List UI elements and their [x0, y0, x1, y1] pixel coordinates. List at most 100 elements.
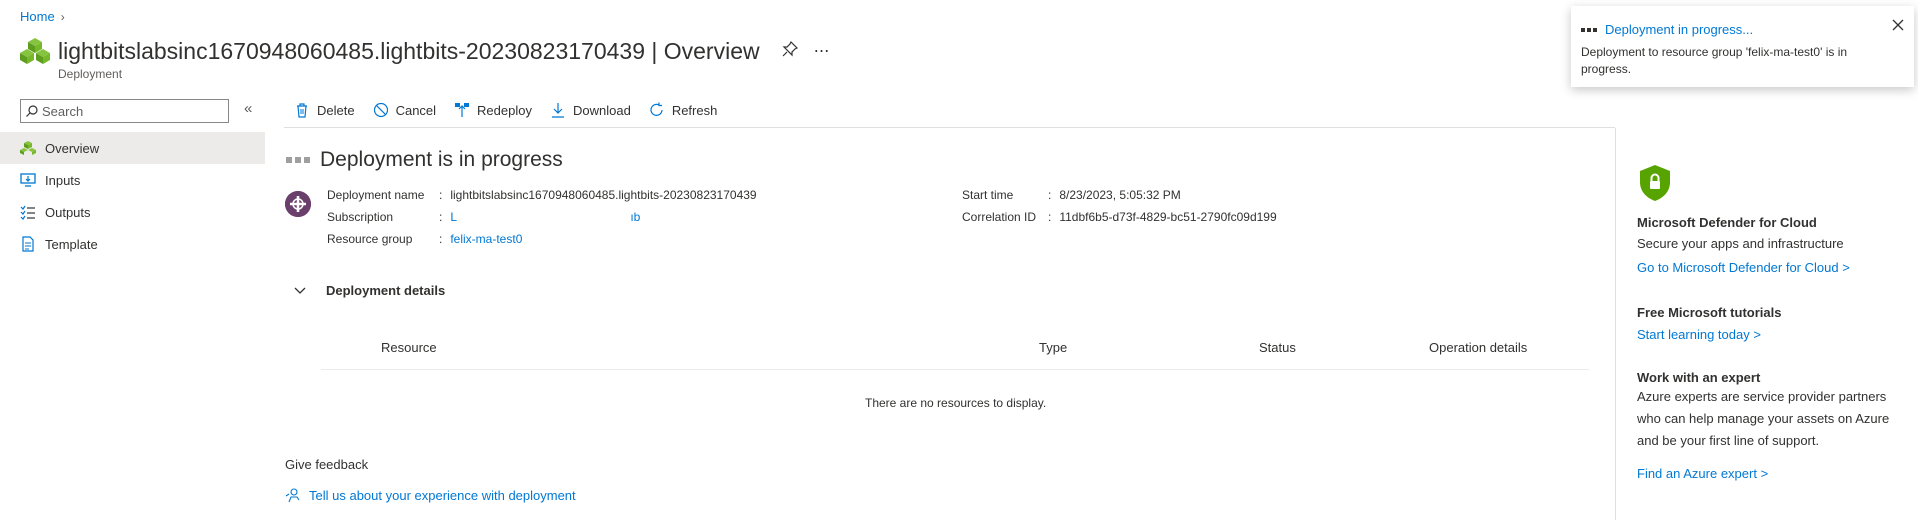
sidebar-item-template[interactable]: Template — [0, 228, 265, 260]
start-time-row: Start time : 8/23/2023, 5:05:32 PM — [962, 184, 1277, 206]
refresh-label: Refresh — [671, 102, 718, 118]
deployment-avatar-icon — [285, 191, 311, 217]
refresh-button[interactable]: Refresh — [647, 99, 726, 121]
progress-dots-icon — [1581, 27, 1597, 32]
collapse-sidebar-icon[interactable]: « — [244, 100, 252, 117]
deployment-info-right: Start time : 8/23/2023, 5:05:32 PM Corre… — [962, 184, 1277, 228]
close-icon[interactable] — [1892, 18, 1904, 36]
sidebar-item-label: Outputs — [45, 204, 91, 220]
correlation-row: Correlation ID : 11dbf6b5-d73f-4829-bc51… — [962, 206, 1277, 228]
deployment-name-row: Deployment name : lightbitslabsinc167094… — [327, 184, 757, 206]
defender-shield-icon — [1640, 165, 1670, 201]
cancel-button[interactable]: Cancel — [371, 99, 444, 121]
pin-icon[interactable] — [782, 40, 798, 62]
column-header-status[interactable]: Status — [1259, 340, 1296, 355]
sidebar-item-label: Template — [45, 236, 98, 252]
deployment-name-value: lightbitslabsinc1670948060485.lightbits-… — [450, 188, 757, 202]
defender-text: Secure your apps and infrastructure — [1637, 236, 1844, 251]
template-icon — [20, 236, 36, 252]
correlation-id-label: Correlation ID — [962, 210, 1037, 224]
subscription-row: Subscription : L ıb — [327, 206, 757, 228]
deployment-name-label: Deployment name — [327, 188, 425, 202]
toast-body: Deployment to resource group 'felix-ma-t… — [1581, 45, 1848, 76]
sidebar-item-label: Inputs — [45, 172, 81, 188]
breadcrumb-home-link[interactable]: Home — [20, 9, 55, 24]
start-time-label: Start time — [962, 188, 1014, 202]
correlation-id-value: 11dbf6b5-d73f-4829-bc51-2790fc09d199 — [1059, 210, 1277, 224]
more-options-icon[interactable]: ⋯ — [814, 41, 831, 62]
feedback-title: Give feedback — [285, 457, 369, 472]
separator-colon: : — [1048, 210, 1052, 224]
sidebar-item-inputs[interactable]: Inputs — [0, 164, 265, 196]
sidebar-search[interactable] — [20, 99, 229, 123]
column-header-type[interactable]: Type — [1039, 340, 1067, 355]
feedback-icon — [285, 487, 301, 503]
redeploy-label: Redeploy — [477, 102, 532, 118]
page-title: lightbitslabsinc1670948060485.lightbits-… — [58, 37, 760, 64]
status-heading: Deployment is in progress — [286, 148, 563, 172]
search-input[interactable] — [42, 103, 222, 119]
deployment-details-toggle[interactable]: Deployment details — [294, 283, 445, 298]
outputs-icon — [20, 204, 36, 220]
feedback-link[interactable]: Tell us about your experience with deplo… — [285, 487, 576, 503]
download-icon — [550, 102, 566, 118]
empty-table-message: There are no resources to display. — [865, 396, 1047, 410]
chevron-right-icon: › — [60, 9, 65, 24]
toast-header: Deployment in progress... — [1581, 22, 1753, 37]
inputs-icon — [20, 172, 36, 188]
redeploy-button[interactable]: Redeploy — [452, 99, 540, 121]
expert-text: Azure experts are service provider partn… — [1637, 389, 1890, 448]
chevron-down-icon — [294, 287, 306, 295]
search-icon — [26, 105, 38, 117]
column-header-resource[interactable]: Resource — [381, 340, 437, 355]
download-label: Download — [572, 102, 631, 118]
download-button[interactable]: Download — [548, 99, 639, 121]
sidebar-nav: Overview Inputs Outputs Template — [0, 132, 265, 260]
delete-label: Delete — [317, 102, 355, 118]
sidebar-item-overview[interactable]: Overview — [0, 132, 265, 164]
trash-icon — [294, 102, 310, 118]
resource-group-row: Resource group : felix-ma-test0 — [327, 228, 757, 250]
sidebar-item-outputs[interactable]: Outputs — [0, 196, 265, 228]
subscription-link-start: L — [450, 210, 458, 224]
resources-table-header: Resource Type Status Operation details — [321, 336, 1589, 370]
page-header: lightbitslabsinc1670948060485.lightbits-… — [20, 36, 831, 66]
subscription-label: Subscription — [327, 210, 394, 224]
command-bar: Delete Cancel Redeploy Download Refresh — [292, 99, 733, 121]
redeploy-icon — [454, 102, 470, 118]
deployment-cubes-icon — [20, 38, 50, 64]
expert-title: Work with an expert — [1637, 370, 1761, 385]
overview-icon — [20, 140, 36, 156]
defender-link[interactable]: Go to Microsoft Defender for Cloud > — [1637, 260, 1850, 275]
resource-group-link[interactable]: felix-ma-test0 — [450, 232, 522, 246]
tutorials-title: Free Microsoft tutorials — [1637, 305, 1782, 320]
refresh-icon — [649, 102, 665, 118]
breadcrumb: Home › — [20, 9, 65, 24]
delete-button[interactable]: Delete — [292, 99, 363, 121]
toolbar-divider — [284, 127, 1615, 128]
subscription-link[interactable]: L ıb — [450, 210, 640, 224]
sidebar-item-label: Overview — [45, 140, 100, 156]
subscription-link-end: ıb — [630, 210, 641, 224]
separator-colon: : — [1048, 188, 1052, 202]
right-info-panel: Microsoft Defender for Cloud Secure your… — [1615, 128, 1918, 520]
separator-colon: : — [439, 188, 443, 202]
notification-toast[interactable]: Deployment in progress... Deployment to … — [1571, 6, 1914, 87]
cancel-icon — [373, 102, 389, 118]
expert-link[interactable]: Find an Azure expert > — [1637, 466, 1768, 481]
column-header-operation-details[interactable]: Operation details — [1429, 340, 1527, 355]
defender-title: Microsoft Defender for Cloud — [1637, 215, 1817, 230]
separator-colon: : — [439, 232, 443, 246]
feedback-link-label: Tell us about your experience with deplo… — [309, 487, 576, 503]
deployment-details-title: Deployment details — [326, 283, 446, 298]
deployment-info-left: Deployment name : lightbitslabsinc167094… — [327, 184, 757, 250]
separator-colon: : — [439, 210, 443, 224]
start-time-value: 8/23/2023, 5:05:32 PM — [1059, 188, 1181, 202]
toast-title[interactable]: Deployment in progress... — [1605, 22, 1753, 37]
cancel-label: Cancel — [395, 102, 437, 118]
resource-group-label: Resource group — [327, 232, 413, 246]
status-heading-text: Deployment is in progress — [320, 148, 563, 171]
tutorials-link[interactable]: Start learning today > — [1637, 327, 1761, 342]
page-subtitle: Deployment — [58, 67, 123, 81]
progress-dots-icon — [286, 157, 310, 163]
